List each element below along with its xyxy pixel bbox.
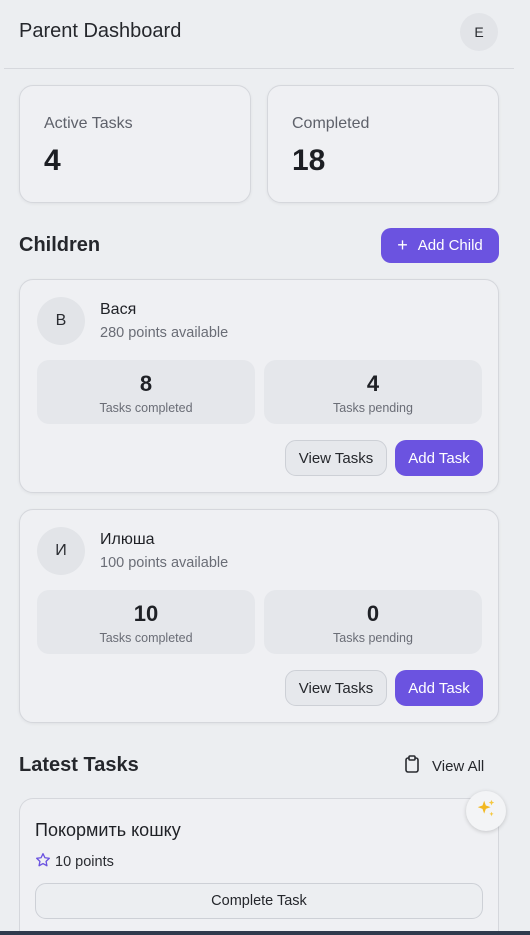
add-child-label: Add Child <box>417 237 483 254</box>
add-task-button[interactable]: Add Task <box>395 440 483 476</box>
tasks-completed-stat: 10 Tasks completed <box>37 590 255 654</box>
child-name: Вася <box>100 301 137 318</box>
star-icon <box>35 852 51 872</box>
child-card: В Вася 280 points available 8 Tasks comp… <box>19 279 499 493</box>
stat-label: Completed <box>292 115 370 132</box>
sparkles-icon <box>475 798 497 825</box>
children-section-title: Children <box>19 234 101 256</box>
view-all-button[interactable]: View All <box>404 755 484 777</box>
tasks-pending-label: Tasks pending <box>333 631 413 645</box>
child-name: Илюша <box>100 531 155 548</box>
task-points: 10 points <box>35 852 114 872</box>
bottom-edge-bar <box>0 931 530 935</box>
add-child-button[interactable]: + Add Child <box>381 228 499 263</box>
stat-value: 4 <box>44 144 61 177</box>
complete-task-button[interactable]: Complete Task <box>35 883 483 919</box>
view-all-label: View All <box>432 757 485 775</box>
child-card: И Илюша 100 points available 10 Tasks co… <box>19 509 499 723</box>
tasks-completed-stat: 8 Tasks completed <box>37 360 255 424</box>
completed-card: Completed 18 <box>267 85 499 203</box>
latest-tasks-title: Latest Tasks <box>19 754 139 776</box>
tasks-pending-count: 4 <box>366 371 380 396</box>
tasks-completed-label: Tasks completed <box>99 631 193 645</box>
page-title: Parent Dashboard <box>19 20 182 42</box>
tasks-pending-stat: 0 Tasks pending <box>264 590 482 654</box>
header: Parent Dashboard E <box>4 0 514 69</box>
add-task-button[interactable]: Add Task <box>395 670 483 706</box>
child-points: 100 points available <box>100 555 229 571</box>
task-card: Покормить кошку 10 points Complete Task <box>19 798 499 935</box>
assistant-button[interactable] <box>466 791 506 831</box>
tasks-completed-count: 8 <box>139 371 153 396</box>
stat-label: Active Tasks <box>44 115 133 132</box>
tasks-completed-label: Tasks completed <box>99 401 193 415</box>
child-avatar: В <box>37 297 85 345</box>
child-points: 280 points available <box>100 325 229 341</box>
clipboard-icon <box>404 755 420 777</box>
active-tasks-card: Active Tasks 4 <box>19 85 251 203</box>
task-title: Покормить кошку <box>35 820 181 840</box>
plus-icon: + <box>397 234 408 255</box>
stat-value: 18 <box>292 144 326 177</box>
tasks-completed-count: 10 <box>133 601 159 626</box>
tasks-pending-count: 0 <box>366 601 380 626</box>
view-tasks-button[interactable]: View Tasks <box>285 670 387 706</box>
parent-dashboard-page: Parent Dashboard E Active Tasks 4 Comple… <box>0 0 530 935</box>
user-avatar[interactable]: E <box>460 13 498 51</box>
task-points-label: 10 points <box>55 854 114 870</box>
tasks-pending-label: Tasks pending <box>333 401 413 415</box>
view-tasks-button[interactable]: View Tasks <box>285 440 387 476</box>
child-avatar: И <box>37 527 85 575</box>
tasks-pending-stat: 4 Tasks pending <box>264 360 482 424</box>
